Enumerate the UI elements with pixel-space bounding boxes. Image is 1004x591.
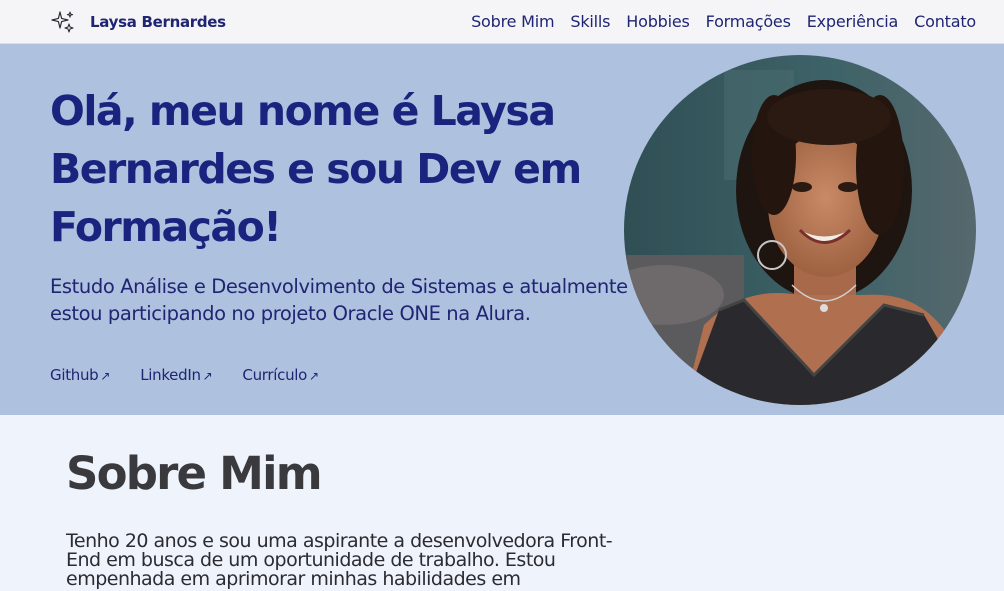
nav-links: Sobre Mim Skills Hobbies Formações Exper… [471,0,976,43]
linkedin-link[interactable]: LinkedIn ↗ [140,366,213,384]
github-link[interactable]: Github ↗ [50,366,110,384]
profile-photo [624,55,976,405]
sparkles-icon [51,11,74,33]
social-links: Github ↗ LinkedIn ↗ Currículo ↗ [50,366,319,384]
about-text: Tenho 20 anos e sou uma aspirante a dese… [66,530,613,590]
arrow-up-right-icon: ↗ [202,369,213,383]
navbar: Laysa Bernardes Sobre Mim Skills Hobbies… [0,0,1004,44]
about-title: Sobre Mim [66,447,323,500]
profile-photo-image [624,55,976,405]
github-link-label: Github [50,366,99,384]
nav-link-formacoes[interactable]: Formações [706,12,791,31]
arrow-up-right-icon: ↗ [100,369,111,383]
brand-link[interactable]: Laysa Bernardes [50,10,226,34]
hero-description: Estudo Análise e Desenvolvimento de Sist… [50,275,628,325]
curriculo-link[interactable]: Currículo ↗ [242,366,319,384]
linkedin-link-label: LinkedIn [140,366,201,384]
hero-title: Olá, meu nome é Laysa Bernardes e sou De… [50,87,582,251]
curriculo-link-label: Currículo [242,366,308,384]
hero-section: Olá, meu nome é Laysa Bernardes e sou De… [0,44,1004,415]
nav-link-hobbies[interactable]: Hobbies [626,12,690,31]
arrow-up-right-icon: ↗ [309,369,319,383]
nav-link-experiencia[interactable]: Experiência [807,12,899,31]
brand-name: Laysa Bernardes [90,13,226,31]
nav-link-sobre-mim[interactable]: Sobre Mim [471,12,554,31]
about-section: Sobre Mim Tenho 20 anos e sou uma aspira… [0,415,1004,591]
nav-link-skills[interactable]: Skills [570,12,610,31]
nav-link-contato[interactable]: Contato [914,12,976,31]
